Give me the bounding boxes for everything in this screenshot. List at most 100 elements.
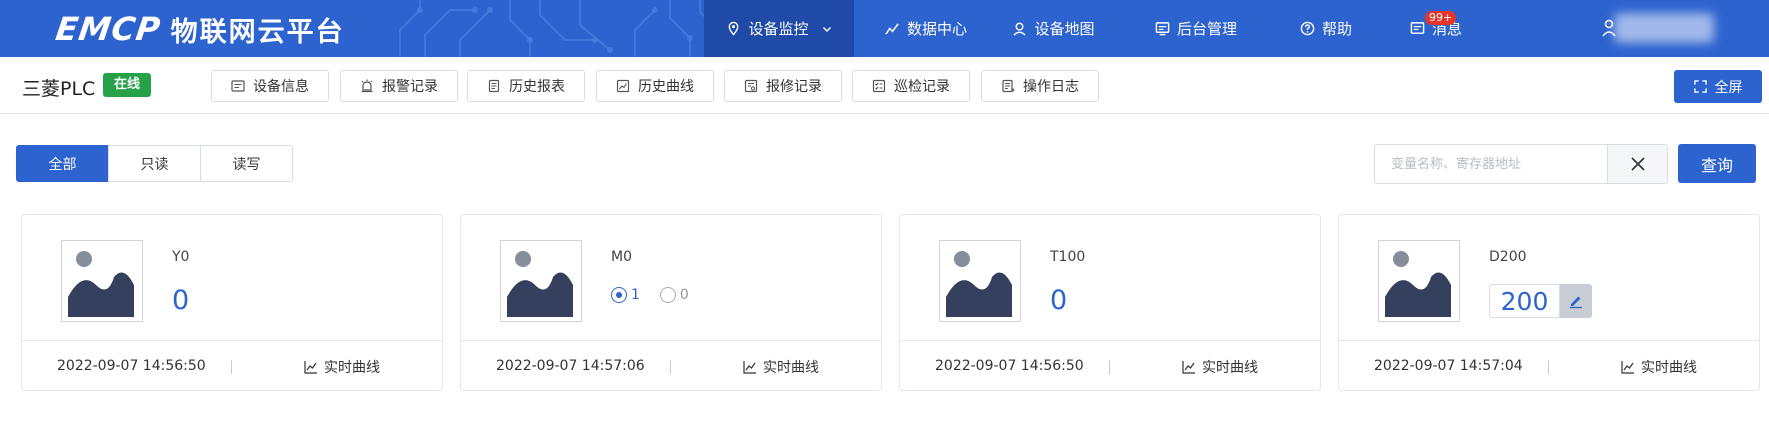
nav-item-messages[interactable]: 消息 99+ (1381, 0, 1491, 57)
circuit-decoration (399, 0, 728, 57)
variable-name: T100 (1050, 249, 1086, 265)
location-pin-icon (729, 21, 739, 36)
image-placeholder-icon (946, 251, 1012, 317)
filter-readonly[interactable]: 只读 (108, 145, 201, 182)
history-curve-icon (616, 79, 630, 93)
card-divider (22, 340, 442, 341)
radio-unchecked-icon (659, 287, 676, 303)
card-divider (1339, 340, 1759, 341)
variable-image (61, 240, 143, 322)
access-filter: 全部 只读 读写 (16, 145, 293, 182)
nav-item-help[interactable]: 帮助 (1271, 0, 1381, 57)
footer-separator (1548, 360, 1549, 374)
tab-inspection-records[interactable]: 巡检记录 (852, 70, 970, 102)
image-placeholder-icon (68, 251, 134, 317)
tab-operation-log[interactable]: 操作日志 (981, 70, 1099, 102)
main-nav: 设备监控 数据中心 设备地图 后台管理 帮助 消息 99+ (704, 0, 1491, 57)
tab-alarm-records[interactable]: 报警记录 (340, 70, 458, 102)
variable-image (500, 240, 582, 322)
update-timestamp: 2022-09-07 14:57:04 (1374, 358, 1523, 374)
footer-separator (670, 360, 671, 374)
realtime-curve-link[interactable]: 实时曲线 (1182, 357, 1258, 377)
value-radio-group: 1 0 (611, 287, 689, 303)
status-badge: 在线 (103, 73, 152, 97)
variable-card: M0 1 0 2022-09-07 14:57:06 实时曲线 (460, 214, 882, 391)
logo-text: EMCP (53, 10, 164, 48)
top-nav-bar: EMCP 物联网云平台 设备监控 数据中心 设备地图 后台管理 帮助 消息 99… (0, 0, 1769, 57)
variable-name: M0 (611, 249, 632, 265)
user-avatar[interactable] (1614, 13, 1714, 43)
card-divider (900, 340, 1320, 341)
variable-name: Y0 (172, 249, 190, 265)
close-icon (1630, 157, 1645, 171)
chart-line-icon (885, 23, 899, 35)
chevron-down-icon (822, 26, 831, 32)
fullscreen-button[interactable]: 全屏 (1674, 70, 1762, 103)
inspection-icon (872, 79, 886, 93)
device-title: 三菱PLC (22, 78, 96, 100)
line-chart-icon (1182, 361, 1195, 374)
report-icon (488, 79, 500, 93)
pencil-icon (1570, 296, 1582, 309)
variable-image (1378, 240, 1460, 322)
fullscreen-icon (1693, 80, 1707, 93)
search-input[interactable] (1374, 144, 1608, 184)
message-icon (1410, 22, 1425, 34)
help-circle-icon (1300, 21, 1315, 36)
variable-value[interactable]: 200 (1489, 284, 1560, 318)
line-chart-icon (1621, 361, 1634, 374)
update-timestamp: 2022-09-07 14:57:06 (496, 358, 645, 374)
tab-device-info[interactable]: 设备信息 (211, 70, 329, 102)
nav-label: 后台管理 (1176, 20, 1237, 38)
editable-value-group: 200 (1489, 284, 1592, 318)
variable-card: Y0 0 2022-09-07 14:56:50 实时曲线 (21, 214, 443, 391)
update-timestamp: 2022-09-07 14:56:50 (57, 358, 206, 374)
line-chart-icon (743, 361, 756, 374)
variable-image (939, 240, 1021, 322)
query-button[interactable]: 查询 (1678, 144, 1756, 183)
device-info-icon (231, 80, 245, 92)
nav-item-device-monitor[interactable]: 设备监控 (704, 0, 854, 57)
monitor-icon (1155, 22, 1170, 36)
nav-label: 设备地图 (1034, 20, 1095, 38)
device-header: 三菱PLC 在线 设备信息 报警记录 历史报表 历史曲线 报修记录 巡检记录 操… (0, 57, 1769, 114)
brand-logo[interactable]: EMCP 物联网云平台 (53, 10, 345, 48)
image-placeholder-icon (507, 251, 573, 317)
line-chart-icon (304, 361, 317, 374)
nav-item-data-center[interactable]: 数据中心 (866, 0, 986, 57)
map-user-icon (1013, 22, 1027, 36)
filter-all[interactable]: 全部 (16, 145, 109, 182)
nav-item-device-map[interactable]: 设备地图 (986, 0, 1121, 57)
variable-card: D200 200 2022-09-07 14:57:04 实时曲线 (1338, 214, 1760, 391)
repair-icon (744, 79, 758, 93)
radio-option-1[interactable]: 1 (611, 287, 640, 303)
radio-checked-icon (611, 287, 627, 303)
variable-card: T100 0 2022-09-07 14:56:50 实时曲线 (899, 214, 1321, 391)
realtime-curve-link[interactable]: 实时曲线 (304, 357, 380, 377)
nav-label: 数据中心 (906, 20, 967, 38)
image-placeholder-icon (1385, 251, 1451, 317)
radio-option-0[interactable]: 0 (659, 287, 689, 303)
update-timestamp: 2022-09-07 14:56:50 (935, 358, 1084, 374)
filter-readwrite[interactable]: 读写 (200, 145, 293, 182)
variable-value: 0 (172, 285, 190, 316)
log-icon (1002, 79, 1015, 93)
footer-separator (1109, 360, 1110, 374)
alarm-icon (361, 79, 373, 93)
tab-repair-records[interactable]: 报修记录 (724, 70, 842, 102)
nav-label: 帮助 (1321, 20, 1352, 38)
nav-item-admin[interactable]: 后台管理 (1121, 0, 1271, 57)
message-count-badge: 99+ (1425, 11, 1457, 25)
logo-subtitle: 物联网云平台 (170, 16, 345, 48)
tab-history-curve[interactable]: 历史曲线 (596, 70, 714, 102)
realtime-curve-link[interactable]: 实时曲线 (1621, 357, 1697, 377)
realtime-curve-link[interactable]: 实时曲线 (743, 357, 819, 377)
variable-value: 0 (1050, 285, 1068, 316)
nav-label: 设备监控 (748, 20, 809, 38)
edit-value-button[interactable] (1560, 284, 1592, 318)
variable-name: D200 (1489, 249, 1527, 265)
card-divider (461, 340, 881, 341)
tab-history-report[interactable]: 历史报表 (467, 70, 585, 102)
clear-search-button[interactable] (1607, 144, 1668, 184)
footer-separator (231, 360, 232, 374)
